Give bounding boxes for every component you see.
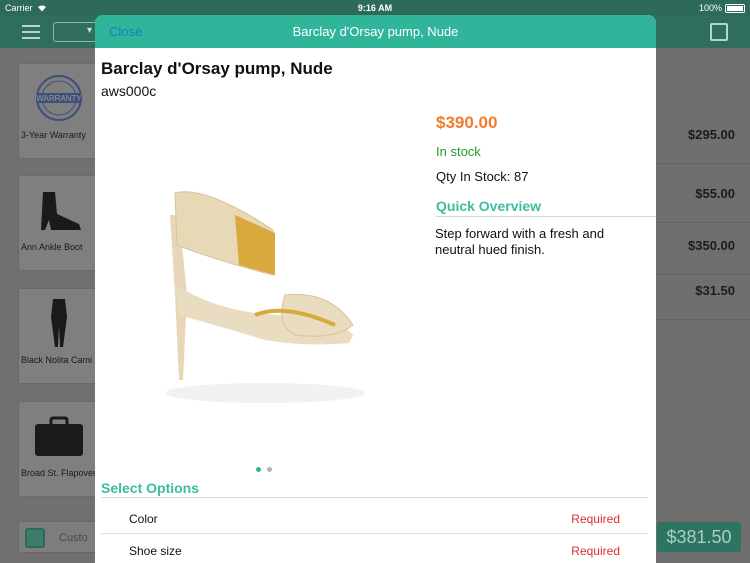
- product-tile[interactable]: Ann Ankle Boot: [18, 175, 98, 271]
- divider: [436, 216, 656, 217]
- option-name: Color: [129, 512, 158, 526]
- cami-icon: [51, 299, 67, 347]
- quick-overview-heading: Quick Overview: [436, 198, 542, 214]
- product-tile[interactable]: Broad St. Flapover Briefcase: [18, 401, 136, 497]
- image-page-indicator[interactable]: [256, 467, 272, 472]
- page-dot-active[interactable]: [256, 467, 261, 472]
- modal-header: Close Barclay d'Orsay pump, Nude: [95, 15, 656, 48]
- product-sku: aws000c: [101, 83, 157, 99]
- page-dot[interactable]: [267, 467, 272, 472]
- product-name: Barclay d'Orsay pump, Nude: [101, 59, 333, 78]
- store-select[interactable]: [53, 22, 97, 42]
- divider: [101, 497, 648, 498]
- compose-icon[interactable]: [710, 23, 728, 41]
- option-required-label: Required: [571, 544, 620, 558]
- product-tile[interactable]: WARRANTY 3-Year Warranty: [18, 63, 98, 159]
- select-options-heading: Select Options: [101, 480, 200, 496]
- product-image[interactable]: [135, 175, 395, 415]
- cart-line-price[interactable]: $55.00: [656, 165, 750, 223]
- customer-label: Custo: [59, 532, 88, 544]
- product-tile[interactable]: Black Nolita Cami: [18, 288, 98, 384]
- battery-indicator: 100%: [699, 3, 745, 13]
- quick-overview-text: Step forward with a fresh and neutral hu…: [435, 226, 605, 257]
- customer-field[interactable]: Custo: [18, 521, 98, 553]
- option-required-label: Required: [571, 512, 620, 526]
- option-row-color[interactable]: Color Required: [101, 502, 648, 534]
- cart-line-price[interactable]: $31.50: [656, 262, 750, 320]
- menu-icon[interactable]: [22, 25, 40, 39]
- briefcase-icon: [35, 416, 83, 456]
- clock: 9:16 AM: [357, 3, 393, 13]
- calculator-icon: [25, 528, 45, 548]
- modal-title: Barclay d'Orsay pump, Nude: [292, 24, 459, 39]
- svg-text:WARRANTY: WARRANTY: [36, 94, 82, 103]
- qty-in-stock: Qty In Stock: 87: [436, 169, 529, 184]
- status-bar: Carrier 9:16 AM 100%: [0, 0, 750, 16]
- ankle-boot-icon: [41, 192, 81, 230]
- product-detail-modal: Close Barclay d'Orsay pump, Nude Barclay…: [95, 15, 656, 563]
- stock-status: In stock: [436, 144, 481, 159]
- cart-line-price[interactable]: $295.00: [656, 106, 750, 164]
- option-row-shoe-size[interactable]: Shoe size Required: [101, 534, 648, 563]
- product-price: $390.00: [436, 113, 498, 132]
- battery-icon: [725, 3, 745, 13]
- battery-percent: 100%: [698, 3, 722, 13]
- checkout-total-button[interactable]: $381.50: [657, 522, 741, 552]
- warranty-seal-icon: WARRANTY: [36, 75, 82, 121]
- option-name: Shoe size: [129, 544, 182, 558]
